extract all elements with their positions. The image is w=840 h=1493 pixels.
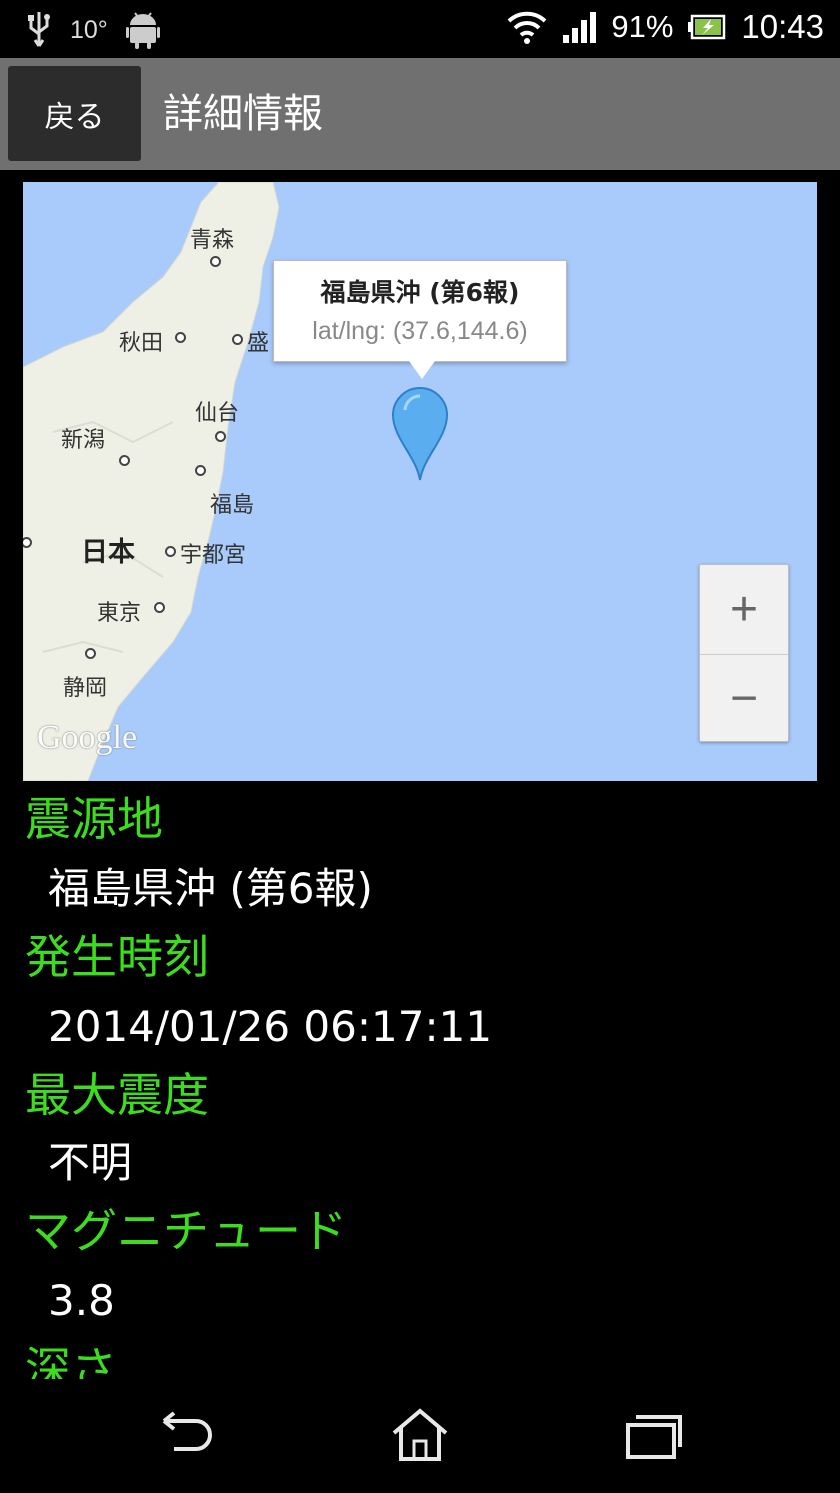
battery-percent: 91% [611,9,674,44]
city-label-aomori: 青森 [190,228,235,253]
depth-label: 深さ [25,1342,117,1379]
zoom-out-button[interactable]: − [700,654,788,742]
page-title: 詳細情報 [163,91,323,137]
city-label-utsunomiya: 宇都宮 [180,543,247,568]
map-view[interactable]: 青森 秋田 盛 仙台 新潟 福島 日本 宇都宮 東京 静岡 福島県沖 (第6報)… [23,182,817,781]
navigation-bar [0,1379,840,1493]
clock-text: 10:43 [741,8,824,45]
map-marker-icon[interactable] [391,386,449,482]
city-dot [195,465,206,476]
wifi-icon [507,11,547,44]
usb-icon [28,12,50,47]
android-debug-icon [125,12,160,49]
city-dot [85,648,96,659]
city-label-niigata: 新潟 [61,428,106,453]
city-dot [175,332,186,343]
back-icon[interactable] [156,1407,220,1463]
earthquake-details[interactable]: 震源地 福島県沖 (第6報) 発生時刻 2014/01/26 06:17:11 … [0,781,840,1379]
city-dot [210,256,221,267]
google-logo: Google [37,719,138,756]
recent-apps-icon[interactable] [622,1407,686,1463]
time-value: 2014/01/26 06:17:11 [48,1002,493,1051]
city-label-akita: 秋田 [119,331,164,356]
city-dot [119,455,130,466]
city-label-morioka: 盛 [247,331,270,356]
zoom-controls: + − [699,564,789,742]
magnitude-value: 3.8 [48,1276,115,1325]
intensity-label: 最大震度 [25,1068,209,1122]
city-dot [165,546,176,557]
city-label-sendai: 仙台 [195,401,240,426]
home-icon[interactable] [388,1407,452,1463]
city-label-shizuoka: 静岡 [63,676,108,701]
city-dot [154,602,165,613]
action-bar: 戻る 詳細情報 [0,58,840,170]
marker-info-window[interactable]: 福島県沖 (第6報) lat/lng: (37.6,144.6) [273,260,567,362]
epicenter-value: 福島県沖 (第6報) [48,864,373,913]
back-button[interactable]: 戻る [8,66,141,161]
zoom-in-button[interactable]: + [700,565,788,653]
time-label: 発生時刻 [25,930,209,984]
info-window-tail [409,361,435,379]
country-label-japan: 日本 [81,537,135,568]
status-bar: 10° 91% 10:43 [0,0,840,58]
magnitude-label: マグニチュード [25,1204,347,1258]
city-dot [215,431,226,442]
info-window-coords: lat/lng: (37.6,144.6) [312,317,528,345]
city-label-fukushima: 福島 [210,493,255,518]
info-window-title: 福島県沖 (第6報) [320,278,520,307]
city-dot [232,334,243,345]
signal-icon [563,12,597,43]
city-label-tokyo: 東京 [97,601,142,626]
temperature-text: 10° [70,15,108,44]
intensity-value: 不明 [48,1138,133,1187]
battery-charging-icon [688,14,726,40]
epicenter-label: 震源地 [25,792,163,846]
